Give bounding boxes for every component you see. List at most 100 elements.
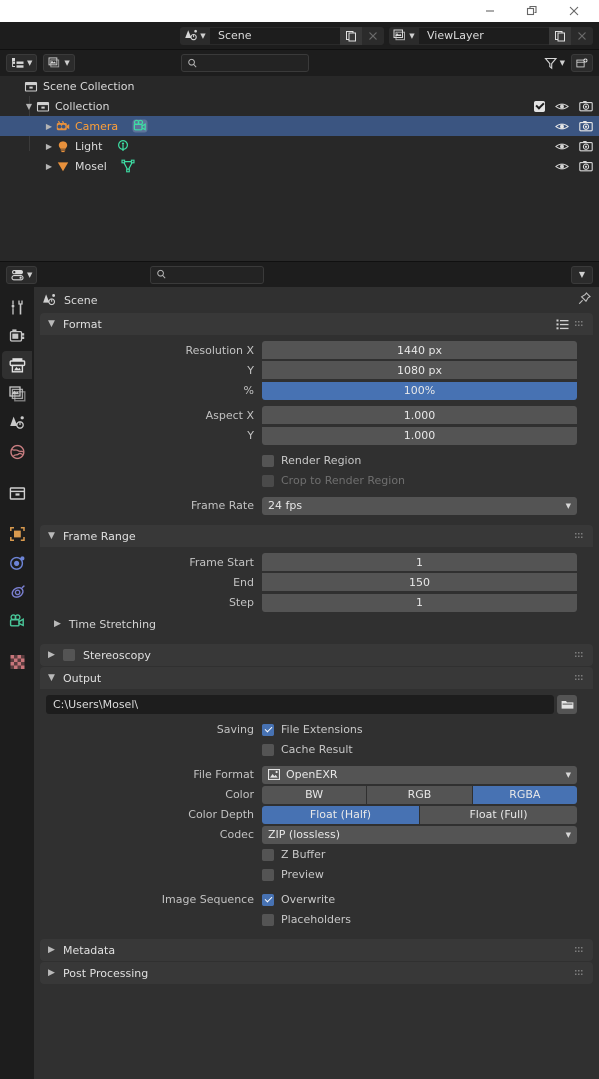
field-label: Color Depth bbox=[188, 808, 254, 821]
frame-rate-dropdown[interactable]: 24 fps ▼ bbox=[262, 496, 577, 515]
tab-tool[interactable] bbox=[2, 293, 32, 321]
eye-icon[interactable] bbox=[555, 161, 569, 172]
panel-post-processing-header[interactable]: ▶ Post Processing bbox=[40, 962, 593, 984]
expand-toggle[interactable]: ▼ bbox=[22, 102, 36, 111]
outliner-search-input[interactable] bbox=[180, 54, 309, 72]
camera-data-entry[interactable] bbox=[132, 119, 148, 133]
panel-metadata-header[interactable]: ▶ Metadata bbox=[40, 939, 593, 961]
aspect-x-input[interactable]: 1.000 bbox=[262, 406, 577, 424]
resolution-x-input[interactable]: 1440 px bbox=[262, 341, 577, 359]
panel-format-header[interactable]: ▼ Format bbox=[40, 313, 593, 335]
tab-render[interactable] bbox=[2, 322, 32, 350]
color-option-rgb[interactable]: RGB bbox=[367, 785, 472, 804]
color-depth-option-half[interactable]: Float (Half) bbox=[262, 805, 419, 824]
grip-icon[interactable] bbox=[575, 674, 585, 683]
expand-toggle[interactable]: ▶ bbox=[42, 162, 56, 171]
frame-end-input[interactable]: 150 bbox=[262, 573, 577, 591]
color-option-bw[interactable]: BW bbox=[262, 785, 367, 804]
id-type-filter-icon bbox=[48, 57, 60, 68]
camera-render-icon[interactable] bbox=[579, 160, 593, 172]
tab-scene[interactable] bbox=[2, 409, 32, 437]
tab-modifiers[interactable] bbox=[2, 549, 32, 577]
outliner-row-camera[interactable]: ▶ Camera bbox=[0, 116, 599, 136]
preview-checkbox[interactable] bbox=[262, 868, 274, 881]
outliner-filter-id-button[interactable]: ▼ bbox=[43, 54, 75, 72]
render-region-checkbox[interactable] bbox=[262, 454, 274, 467]
tab-collection[interactable] bbox=[2, 479, 32, 507]
frame-step-input[interactable]: 1 bbox=[262, 593, 577, 612]
placeholders-checkbox[interactable] bbox=[262, 913, 274, 926]
tab-object-data[interactable] bbox=[2, 607, 32, 635]
properties-body: Scene ▼ Format Resolution X 1440 px Y 10… bbox=[0, 287, 599, 1079]
light-data-entry[interactable] bbox=[116, 139, 130, 153]
grip-icon[interactable] bbox=[575, 946, 585, 955]
crop-to-render-region-checkbox[interactable] bbox=[262, 474, 274, 487]
eye-icon[interactable] bbox=[555, 101, 569, 112]
outliner-row-collection[interactable]: ▼ Collection bbox=[0, 96, 599, 116]
mesh-data-entry[interactable] bbox=[121, 159, 135, 173]
tab-texture[interactable] bbox=[2, 648, 32, 676]
new-collection-button[interactable] bbox=[571, 54, 593, 72]
scene-name-field[interactable]: Scene bbox=[210, 26, 340, 45]
overwrite-checkbox[interactable] bbox=[262, 893, 274, 906]
tab-constraints[interactable] bbox=[2, 578, 32, 606]
subpanel-time-stretching[interactable]: ▶ Time Stretching bbox=[40, 613, 593, 635]
restore-button[interactable] bbox=[511, 0, 553, 22]
camera-render-icon[interactable] bbox=[579, 100, 593, 112]
minimize-button[interactable] bbox=[469, 0, 511, 22]
outliner-filter-button[interactable]: ▼ bbox=[543, 57, 565, 70]
remove-viewlayer-button[interactable] bbox=[571, 26, 593, 45]
panel-frame-range-header[interactable]: ▼ Frame Range bbox=[40, 525, 593, 547]
viewlayer-browse-button[interactable]: ▼ bbox=[389, 26, 419, 45]
grip-icon[interactable] bbox=[575, 969, 585, 978]
presets-list-icon[interactable] bbox=[556, 319, 569, 330]
tab-world[interactable] bbox=[2, 438, 32, 466]
resolution-y-input[interactable]: 1080 px bbox=[262, 361, 577, 379]
frame-start-input[interactable]: 1 bbox=[262, 553, 577, 571]
expand-toggle[interactable]: ▶ bbox=[42, 142, 56, 151]
color-option-rgba[interactable]: RGBA bbox=[472, 785, 577, 804]
panel-stereoscopy-header[interactable]: ▶ Stereoscopy bbox=[40, 644, 593, 666]
outliner-display-mode-button[interactable]: ▼ bbox=[6, 54, 38, 72]
tab-view-layer[interactable] bbox=[2, 380, 32, 408]
output-path-input[interactable]: C:\Users\Mosel\ bbox=[46, 695, 554, 714]
new-viewlayer-icon bbox=[555, 30, 565, 41]
grip-icon[interactable] bbox=[575, 532, 585, 541]
resolution-percent-slider[interactable]: 100% bbox=[262, 381, 577, 400]
close-button[interactable] bbox=[553, 0, 595, 22]
editor-type-button[interactable]: ▼ bbox=[6, 265, 38, 284]
stereoscopy-checkbox[interactable] bbox=[63, 649, 75, 661]
properties-options-button[interactable]: ▼ bbox=[571, 265, 593, 284]
outliner-row-mosel[interactable]: ▶ Mosel bbox=[0, 156, 599, 176]
unlink-scene-button[interactable] bbox=[362, 26, 384, 45]
grip-icon[interactable] bbox=[575, 651, 585, 660]
expand-toggle[interactable]: ▶ bbox=[42, 122, 56, 131]
file-format-dropdown[interactable]: OpenEXR ▼ bbox=[262, 765, 577, 784]
viewlayer-name-field[interactable]: ViewLayer bbox=[419, 26, 549, 45]
camera-render-icon[interactable] bbox=[579, 120, 593, 132]
new-scene-button[interactable] bbox=[340, 26, 362, 45]
tab-output[interactable] bbox=[2, 351, 32, 379]
color-depth-option-full[interactable]: Float (Full) bbox=[420, 805, 577, 824]
panel-output-header[interactable]: ▼ Output bbox=[40, 667, 593, 689]
field-color-depth: Color Depth Float (Half) Float (Full) bbox=[40, 805, 593, 824]
outliner-row-scene-collection[interactable]: Scene Collection bbox=[0, 76, 599, 96]
grip-icon[interactable] bbox=[575, 320, 585, 329]
aspect-y-input[interactable]: 1.000 bbox=[262, 426, 577, 445]
z-buffer-checkbox[interactable] bbox=[262, 848, 274, 861]
camera-render-icon[interactable] bbox=[579, 140, 593, 152]
eye-icon[interactable] bbox=[555, 141, 569, 152]
browse-folder-button[interactable] bbox=[557, 695, 577, 714]
scene-browse-button[interactable]: ▼ bbox=[180, 26, 210, 45]
tab-object[interactable] bbox=[2, 520, 32, 548]
checkbox-preview: Preview bbox=[40, 865, 593, 884]
pin-button[interactable] bbox=[578, 292, 591, 308]
eye-icon[interactable] bbox=[555, 121, 569, 132]
cache-result-checkbox[interactable] bbox=[262, 743, 274, 756]
outliner-row-light[interactable]: ▶ Light bbox=[0, 136, 599, 156]
file-extensions-checkbox[interactable] bbox=[262, 723, 274, 736]
codec-dropdown[interactable]: ZIP (lossless) ▼ bbox=[262, 825, 577, 844]
collection-enable-checkbox[interactable] bbox=[534, 100, 545, 112]
new-viewlayer-button[interactable] bbox=[549, 26, 571, 45]
properties-search-input[interactable] bbox=[150, 265, 265, 284]
